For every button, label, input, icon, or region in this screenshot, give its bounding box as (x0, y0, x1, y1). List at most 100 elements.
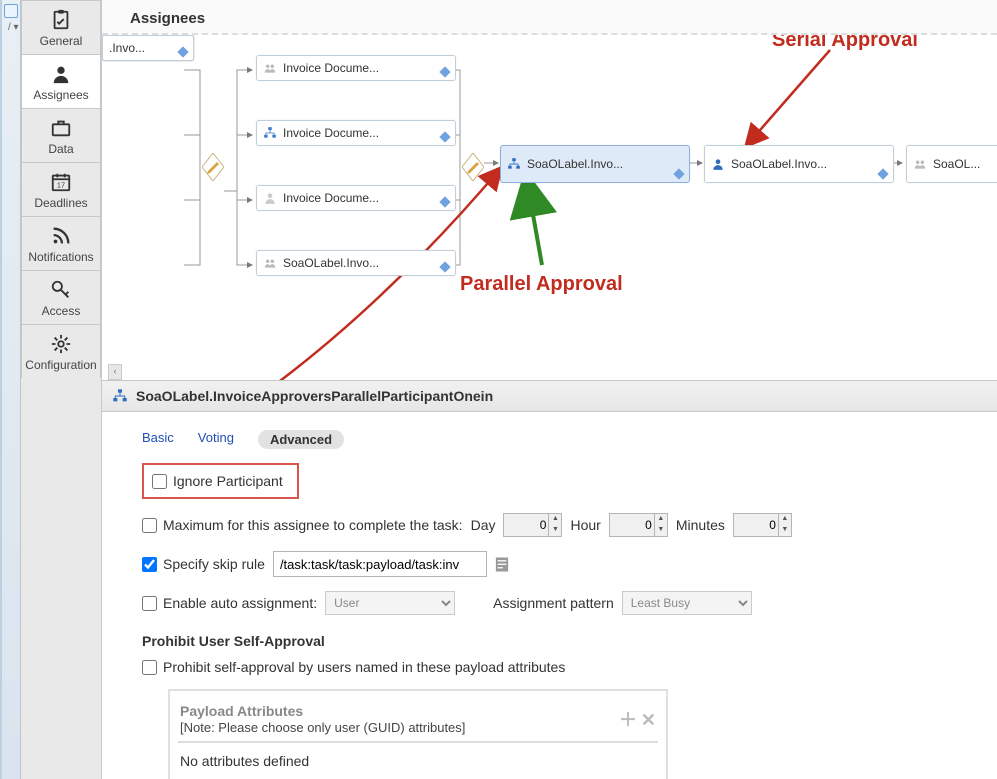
hierarchy-icon (507, 157, 521, 171)
tab-label: Assignees (33, 88, 88, 102)
expression-builder-icon[interactable] (495, 556, 509, 573)
checkbox-text: Enable auto assignment: (163, 595, 317, 611)
participant-node[interactable]: Invoice Docume... (256, 120, 456, 146)
participant-node[interactable]: Invoice Docume... (256, 55, 456, 81)
tab-assignees[interactable]: Assignees (21, 55, 101, 109)
workflow-canvas[interactable]: .Invo... .Invo... .Invo... .Invo... Invo… (102, 35, 997, 380)
svg-text:17: 17 (57, 181, 65, 190)
payload-attributes-box: Payload Attributes [Note: Please choose … (168, 689, 668, 779)
detail-tabs: Basic Voting Advanced (120, 412, 997, 463)
tab-basic[interactable]: Basic (142, 430, 174, 449)
annotation-serial: Serial Approval (772, 35, 918, 52)
payload-title: Payload Attributes (180, 703, 303, 719)
side-tab-bar: General Assignees Data 17 Deadlines Noti… (21, 0, 102, 779)
rss-icon (50, 225, 72, 247)
participant-node[interactable]: Invoice Docume... (256, 185, 456, 211)
participant-node-selected[interactable]: SoaOLabel.Invo... (500, 145, 690, 183)
calendar-icon: 17 (50, 171, 72, 193)
tab-general[interactable]: General (21, 0, 101, 55)
tab-label: Deadlines (34, 196, 87, 210)
min-input[interactable] (734, 514, 778, 536)
tab-configuration[interactable]: Configuration (21, 325, 101, 378)
checkbox-text: Specify skip rule (163, 556, 265, 572)
payload-empty-text: No attributes defined (178, 743, 658, 779)
node-label: Invoice Docume... (283, 191, 379, 205)
node-label: .Invo... (109, 41, 145, 55)
ignore-participant-highlight: Ignore Participant (142, 463, 299, 499)
auto-assign-select[interactable]: User (325, 591, 455, 615)
add-attribute-icon[interactable]: ＋ (619, 710, 637, 730)
user-icon (50, 63, 72, 85)
ignore-participant-label[interactable]: Ignore Participant (152, 473, 283, 489)
day-spinner[interactable]: ▲▼ (503, 513, 562, 537)
tab-label: Data (48, 142, 73, 156)
checkbox-text: Ignore Participant (173, 473, 283, 489)
edit-gateway-icon[interactable] (462, 153, 484, 181)
detail-title: SoaOLabel.InvoiceApproversParallelPartic… (136, 388, 493, 404)
diamond-icon (439, 66, 450, 77)
max-assignee-checkbox[interactable] (142, 518, 157, 533)
tab-label: General (40, 34, 83, 48)
gear-icon (50, 333, 72, 355)
edit-gateway-icon[interactable] (202, 153, 224, 181)
min-spinner[interactable]: ▲▼ (733, 513, 792, 537)
hierarchy-icon (112, 388, 128, 404)
page-title: Assignees (102, 0, 997, 35)
day-label: Day (471, 517, 496, 533)
fold-indicator: / ▾ (8, 22, 19, 33)
gutter-corner-icon (4, 4, 18, 18)
participant-node[interactable]: SoaOLabel.Invo... (704, 145, 894, 183)
participant-node[interactable]: SoaOL... (906, 145, 997, 183)
prohibit-checkbox[interactable] (142, 660, 157, 675)
assignment-pattern-label: Assignment pattern (493, 595, 614, 611)
checkbox-text: Prohibit self-approval by users named in… (163, 659, 565, 675)
user-grey-icon (263, 191, 277, 205)
tab-deadlines[interactable]: 17 Deadlines (21, 163, 101, 217)
ignore-participant-checkbox[interactable] (152, 474, 167, 489)
enable-auto-label[interactable]: Enable auto assignment: (142, 595, 317, 611)
user-blue-icon (711, 157, 725, 171)
node-label: SoaOLabel.Invo... (527, 157, 623, 171)
hour-label: Hour (570, 517, 600, 533)
tab-data[interactable]: Data (21, 109, 101, 163)
checkbox-text: Maximum for this assignee to complete th… (163, 517, 463, 533)
diamond-icon (439, 131, 450, 142)
prohibit-label[interactable]: Prohibit self-approval by users named in… (142, 659, 565, 675)
diamond-icon (177, 46, 188, 57)
node-label: SoaOLabel.Invo... (283, 256, 379, 270)
enable-auto-checkbox[interactable] (142, 596, 157, 611)
remove-attribute-icon[interactable]: ✕ (641, 710, 656, 730)
max-assignee-label[interactable]: Maximum for this assignee to complete th… (142, 517, 463, 533)
diamond-icon (877, 168, 888, 179)
node-label: Invoice Docume... (283, 61, 379, 75)
diamond-icon (439, 261, 450, 272)
prohibit-section-title: Prohibit User Self-Approval (142, 633, 975, 649)
left-gutter: / ▾ (2, 0, 21, 779)
group-grey-icon (263, 256, 277, 270)
hierarchy-icon (263, 126, 277, 140)
min-label: Minutes (676, 517, 725, 533)
participant-node[interactable]: SoaOLabel.Invo... (256, 250, 456, 276)
tab-notifications[interactable]: Notifications (21, 217, 101, 271)
skip-rule-input[interactable] (273, 551, 487, 577)
participant-node[interactable]: .Invo... (102, 35, 194, 61)
hour-spinner[interactable]: ▲▼ (609, 513, 668, 537)
assignment-pattern-select[interactable]: Least Busy (622, 591, 752, 615)
group-grey-icon (263, 61, 277, 75)
node-label: SoaOLabel.Invo... (731, 157, 827, 171)
key-icon (50, 279, 72, 301)
tab-voting[interactable]: Voting (198, 430, 234, 449)
annotation-parallel: Parallel Approval (460, 273, 623, 296)
tab-advanced[interactable]: Advanced (258, 430, 344, 449)
detail-header: SoaOLabel.InvoiceApproversParallelPartic… (102, 380, 997, 412)
clipboard-icon (50, 9, 72, 31)
hour-input[interactable] (610, 514, 654, 536)
node-label: SoaOL... (933, 157, 980, 171)
scroll-left-button[interactable]: ‹ (108, 364, 122, 380)
skip-rule-label[interactable]: Specify skip rule (142, 556, 265, 572)
briefcase-icon (50, 117, 72, 139)
tab-access[interactable]: Access (21, 271, 101, 325)
tab-label: Configuration (25, 358, 96, 372)
skip-rule-checkbox[interactable] (142, 557, 157, 572)
day-input[interactable] (504, 514, 548, 536)
